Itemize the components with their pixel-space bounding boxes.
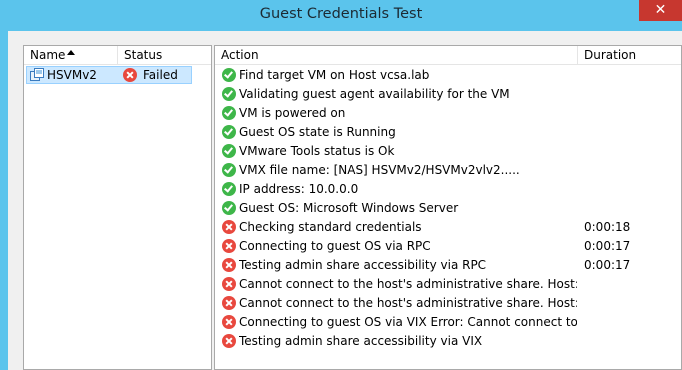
action-text: Testing admin share accessibility via VI…	[239, 334, 483, 348]
column-header-name[interactable]: Name	[24, 46, 118, 65]
action-text: Cannot connect to the host's administrat…	[239, 296, 577, 310]
action-row[interactable]: Checking standard credentials 0:00:18	[215, 218, 681, 237]
sort-ascending-icon	[67, 50, 75, 55]
action-row[interactable]: Testing admin share accessibility via RP…	[215, 256, 681, 275]
action-row[interactable]: VMware Tools status is Ok	[215, 142, 681, 161]
action-row[interactable]: Find target VM on Host vcsa.lab	[215, 66, 681, 85]
column-header-action-label: Action	[221, 48, 259, 62]
column-header-status[interactable]: Status	[118, 46, 211, 65]
success-icon	[222, 68, 236, 82]
success-icon	[222, 144, 236, 158]
success-icon	[222, 125, 236, 139]
failed-status-icon	[222, 296, 236, 310]
action-duration: 0:00:17	[584, 239, 631, 253]
success-icon	[222, 106, 236, 120]
action-duration: 0:00:18	[584, 220, 631, 234]
action-row[interactable]: Guest OS state is Running	[215, 123, 681, 142]
vm-name: HSVMv2	[47, 68, 97, 82]
action-row[interactable]: IP address: 10.0.0.0	[215, 180, 681, 199]
action-row[interactable]: VMX file name: [NAS] HSVMv2/HSVMv2vlv2..…	[215, 161, 681, 180]
action-text: Checking standard credentials	[239, 220, 422, 234]
success-icon	[222, 182, 236, 196]
success-icon	[222, 163, 236, 177]
action-text: Guest OS state is Running	[239, 125, 396, 139]
action-row[interactable]: Cannot connect to the host's administrat…	[215, 275, 681, 294]
action-text: VM is powered on	[239, 106, 346, 120]
action-row[interactable]: Connecting to guest OS via RPC 0:00:17	[215, 237, 681, 256]
action-text: IP address: 10.0.0.0	[239, 182, 359, 196]
failed-status-icon	[222, 277, 236, 291]
action-row[interactable]: Cannot connect to the host's administrat…	[215, 294, 681, 313]
vm-list-pane[interactable]: Name Status HSVMv2 Failed	[23, 45, 212, 370]
dialog-body: Name Status HSVMv2 Failed Action Duratio…	[8, 31, 682, 370]
title-bar[interactable]: Guest Credentials Test ✕	[0, 0, 682, 31]
column-header-name-label: Name	[30, 48, 66, 62]
action-log-pane[interactable]: Action Duration Find target VM on Host v…	[214, 45, 682, 370]
action-row[interactable]: Testing admin share accessibility via VI…	[215, 332, 681, 351]
action-text: VMX file name: [NAS] HSVMv2/HSVMv2vlv2..…	[239, 163, 520, 177]
action-row[interactable]: Validating guest agent availability for …	[215, 85, 681, 104]
column-header-duration[interactable]: Duration	[578, 46, 681, 65]
action-row[interactable]: Guest OS: Microsoft Windows Server	[215, 199, 681, 218]
action-text: Validating guest agent availability for …	[239, 87, 510, 101]
failed-status-icon	[222, 239, 236, 253]
action-text: Testing admin share accessibility via RP…	[239, 258, 487, 272]
failed-status-icon	[222, 258, 236, 272]
window-title: Guest Credentials Test	[259, 6, 423, 22]
action-text: Connecting to guest OS via RPC	[239, 239, 431, 253]
column-header-status-label: Status	[124, 48, 163, 62]
vm-status: Failed	[143, 68, 178, 82]
action-text: Guest OS: Microsoft Windows Server	[239, 201, 459, 215]
column-header-duration-label: Duration	[584, 48, 637, 62]
vm-row-hsvmv2[interactable]: HSVMv2 Failed	[26, 66, 192, 84]
column-header-action[interactable]: Action	[215, 46, 578, 65]
action-text: Connecting to guest OS via VIX Error: Ca…	[239, 315, 577, 329]
virtual-machine-icon	[30, 68, 44, 81]
action-row[interactable]: VM is powered on	[215, 104, 681, 123]
action-text: Cannot connect to the host's administrat…	[239, 277, 577, 291]
action-text: VMware Tools status is Ok	[239, 144, 395, 158]
action-text: Find target VM on Host vcsa.lab	[239, 68, 430, 82]
failed-status-icon	[123, 68, 137, 82]
failed-status-icon	[222, 334, 236, 348]
close-button[interactable]: ✕	[639, 0, 682, 21]
action-duration: 0:00:17	[584, 258, 631, 272]
failed-status-icon	[222, 220, 236, 234]
success-icon	[222, 87, 236, 101]
failed-status-icon	[222, 315, 236, 329]
action-row[interactable]: Connecting to guest OS via VIX Error: Ca…	[215, 313, 681, 332]
success-icon	[222, 201, 236, 215]
